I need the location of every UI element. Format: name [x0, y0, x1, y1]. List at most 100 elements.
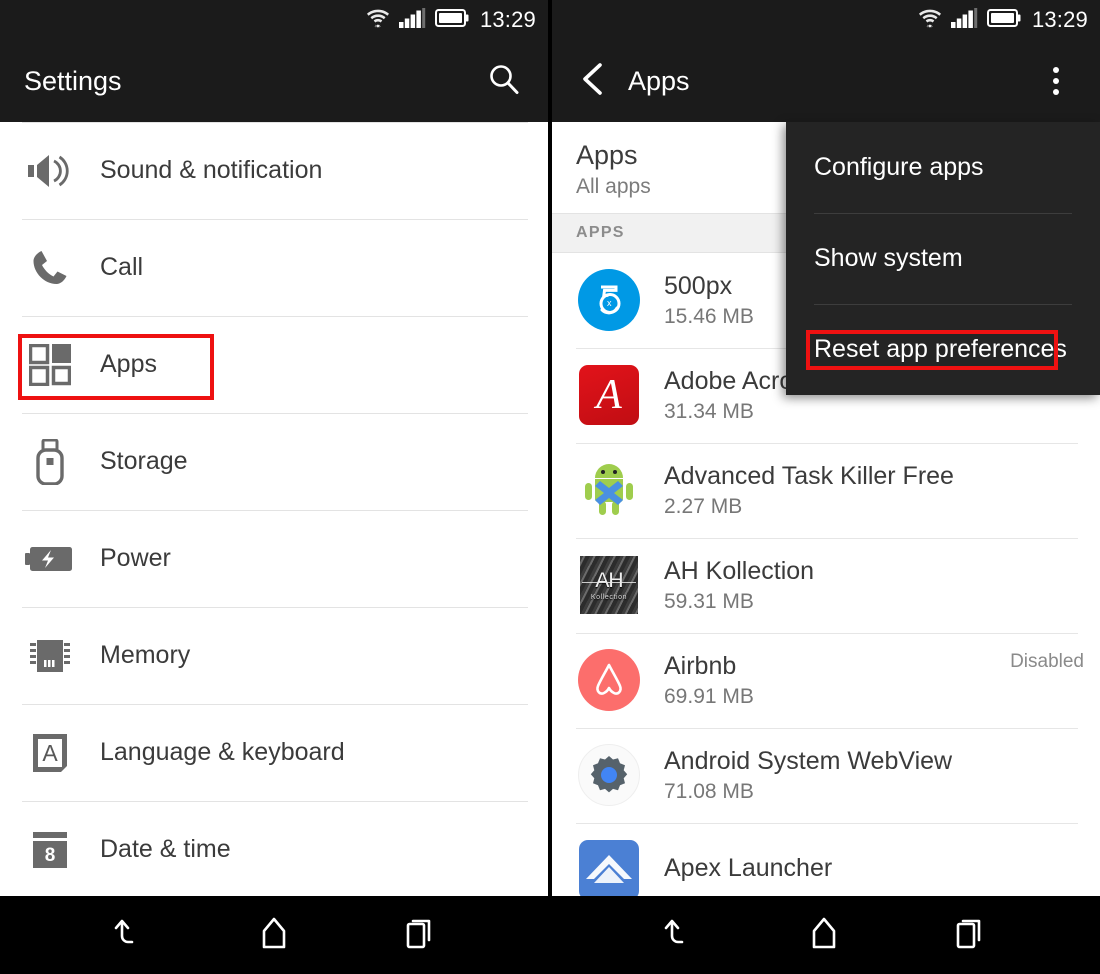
search-icon — [487, 62, 521, 101]
back-icon — [661, 916, 695, 955]
memory-chip-icon — [22, 630, 78, 682]
status-bar-left: 13:29 — [0, 0, 548, 40]
calendar-icon: 8 — [22, 824, 78, 876]
app-size: 71.08 MB — [664, 779, 754, 803]
nav-recents-button[interactable] — [920, 896, 1020, 974]
status-icons — [366, 7, 469, 34]
chevron-left-icon — [580, 62, 606, 101]
sidebar-item-label: Call — [100, 253, 144, 281]
sidebar-item-label: Sound & notification — [100, 156, 323, 184]
sidebar-item-power[interactable]: Power — [0, 510, 548, 607]
signal-icon — [950, 7, 978, 33]
navigation-bar — [0, 896, 1100, 974]
recents-icon — [404, 916, 436, 955]
sidebar-item-call[interactable]: Call — [0, 219, 548, 316]
settings-list: Sound & notification Call Apps Storage P… — [0, 122, 548, 896]
android-robot-icon — [576, 457, 642, 523]
apps-section-label: APPS — [576, 223, 625, 241]
adobe-acrobat-icon: A — [576, 362, 642, 428]
status-icons — [918, 7, 1021, 34]
sidebar-item-memory[interactable]: Memory — [0, 607, 548, 704]
back-button[interactable] — [576, 62, 610, 101]
ah-kollection-icon: AH Kollection — [576, 552, 642, 618]
status-bar-right: 13:29 — [552, 0, 1100, 40]
page-title: Settings — [24, 65, 122, 96]
battery-icon — [986, 8, 1021, 32]
apps-grid-icon — [22, 339, 78, 391]
search-button[interactable] — [476, 53, 532, 109]
speaker-icon — [22, 145, 78, 197]
sidebar-item-label: Language & keyboard — [100, 738, 345, 766]
sidebar-item-label: Apps — [100, 350, 157, 378]
apex-launcher-icon — [576, 837, 642, 896]
app-size: 15.46 MB — [664, 304, 754, 328]
overflow-menu: Configure apps Show system Reset app pre… — [786, 122, 1100, 395]
home-icon — [810, 916, 838, 955]
status-time: 13:29 — [479, 7, 536, 32]
menu-item-reset-app-preferences[interactable]: Reset app preferences — [786, 304, 1100, 395]
nav-home-button[interactable] — [224, 896, 324, 974]
sidebar-item-date-time[interactable]: 8 Date & time — [0, 801, 548, 896]
status-badge: Disabled — [1010, 650, 1084, 672]
nav-home-button[interactable] — [774, 896, 874, 974]
screenshot-root: 13:29 Settings Sound & notification Call… — [0, 0, 1100, 974]
page-title: Apps — [628, 65, 690, 96]
wifi-icon — [366, 7, 390, 34]
usb-drive-icon — [22, 436, 78, 488]
sidebar-item-storage[interactable]: Storage — [0, 413, 548, 510]
sidebar-item-apps[interactable]: Apps — [0, 316, 548, 413]
settings-action-bar: Settings — [0, 40, 548, 122]
list-item[interactable]: AH Kollection AH Kollection 59.31 MB — [552, 537, 1100, 633]
svg-text:8: 8 — [45, 845, 56, 866]
back-icon — [111, 916, 145, 955]
sidebar-item-language-keyboard[interactable]: A Language & keyboard — [0, 704, 548, 801]
list-item[interactable]: Airbnb 69.91 MB Disabled — [552, 632, 1100, 728]
app-size: 2.27 MB — [664, 494, 743, 518]
battery-icon — [434, 8, 469, 32]
app-name: Advanced Task Killer Free — [664, 461, 954, 490]
app-size: 59.31 MB — [664, 589, 754, 613]
app-name: 500px — [664, 271, 733, 300]
app-name: AH Kollection — [664, 556, 815, 585]
app-name: Airbnb — [664, 651, 737, 680]
nav-recents-button[interactable] — [370, 896, 470, 974]
nav-back-button[interactable] — [78, 896, 178, 974]
apps-action-bar: Apps — [552, 40, 1100, 122]
battery-bolt-icon — [22, 533, 78, 585]
menu-item-configure-apps[interactable]: Configure apps — [786, 122, 1100, 213]
navigation-bar-right — [550, 896, 1100, 974]
phone-icon — [22, 242, 78, 294]
settings-screen: 13:29 Settings Sound & notification Call… — [0, 0, 548, 896]
app-name: Android System WebView — [664, 746, 953, 775]
signal-icon — [398, 7, 426, 33]
overflow-menu-icon — [1053, 67, 1059, 95]
nav-back-button[interactable] — [628, 896, 728, 974]
sidebar-item-label: Power — [100, 544, 171, 572]
list-item[interactable]: Android System WebView 71.08 MB — [552, 727, 1100, 823]
menu-item-label: Show system — [814, 244, 963, 272]
svg-text:x: x — [607, 298, 612, 308]
menu-item-show-system[interactable]: Show system — [786, 213, 1100, 304]
home-icon — [260, 916, 288, 955]
list-item[interactable]: Advanced Task Killer Free 2.27 MB — [552, 442, 1100, 538]
app-size: 31.34 MB — [664, 399, 754, 423]
recents-icon — [954, 916, 986, 955]
500px-icon: x — [576, 267, 642, 333]
sidebar-item-label: Date & time — [100, 835, 231, 863]
list-item[interactable]: Apex Launcher — [552, 822, 1100, 896]
sidebar-item-label: Storage — [100, 447, 188, 475]
letter-a-icon: A — [22, 727, 78, 779]
wifi-icon — [918, 7, 942, 34]
svg-text:A: A — [42, 740, 58, 766]
sidebar-item-label: Memory — [100, 641, 191, 669]
app-size: 69.91 MB — [664, 684, 754, 708]
navigation-bar-left — [0, 896, 550, 974]
sidebar-item-sound-notification[interactable]: Sound & notification — [0, 122, 548, 219]
gear-icon — [576, 742, 642, 808]
menu-item-label: Reset app preferences — [814, 335, 1067, 363]
menu-item-label: Configure apps — [814, 153, 984, 181]
overflow-menu-button[interactable] — [1028, 53, 1084, 109]
airbnb-icon — [576, 647, 642, 713]
status-time: 13:29 — [1031, 7, 1088, 32]
app-name: Apex Launcher — [664, 853, 833, 882]
